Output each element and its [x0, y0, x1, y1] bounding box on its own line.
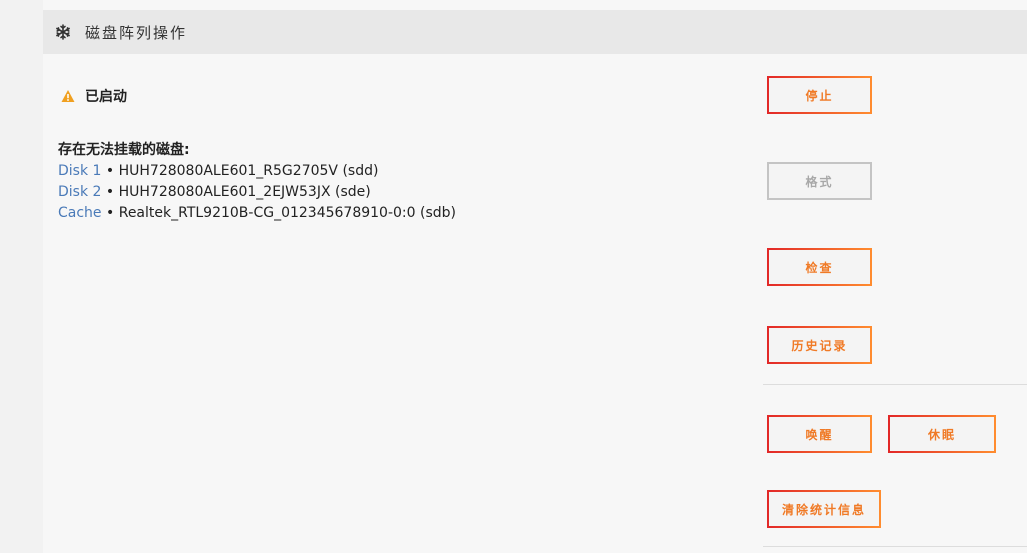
unmountable-title: 存在无法挂载的磁盘: [58, 142, 190, 158]
warning-icon [61, 90, 75, 102]
page-title: 磁盘阵列操作 [85, 24, 188, 42]
disk-link[interactable]: Disk 1 [58, 163, 101, 179]
list-item: Disk 2 • HUH728080ALE601_2EJW53JX (sde) [58, 182, 456, 203]
wake-button[interactable]: 唤醒 [767, 415, 872, 453]
panel-header: 磁盘阵列操作 [43, 10, 1027, 54]
stop-button[interactable]: 停止 [767, 76, 872, 114]
divider [763, 384, 1027, 385]
disk-device: HUH728080ALE601_2EJW53JX (sde) [118, 184, 371, 200]
array-operation-panel: 磁盘阵列操作 已启动 存在无法挂载的磁盘: Disk 1 • HUH728080… [43, 0, 1027, 553]
disk-link[interactable]: Disk 2 [58, 184, 101, 200]
snowflake-icon [56, 24, 70, 40]
clear-stats-button[interactable]: 清除统计信息 [767, 490, 881, 528]
divider [763, 546, 1027, 547]
array-status: 已启动 [61, 86, 127, 106]
status-text: 已启动 [85, 89, 127, 105]
bullet-separator: • [105, 184, 115, 200]
disk-device: HUH728080ALE601_R5G2705V (sdd) [118, 163, 379, 179]
sleep-button[interactable]: 休眠 [888, 415, 996, 453]
disk-link[interactable]: Cache [58, 205, 102, 221]
list-item: Disk 1 • HUH728080ALE601_R5G2705V (sdd) [58, 161, 456, 182]
list-item: Cache • Realtek_RTL9210B-CG_012345678910… [58, 203, 456, 224]
check-button[interactable]: 检查 [767, 248, 872, 286]
format-button: 格式 [767, 162, 872, 200]
disk-device: Realtek_RTL9210B-CG_012345678910-0:0 (sd… [118, 205, 456, 221]
bullet-separator: • [106, 205, 115, 221]
unmountable-disks: 存在无法挂载的磁盘: Disk 1 • HUH728080ALE601_R5G2… [58, 140, 456, 224]
bullet-separator: • [105, 163, 115, 179]
history-button[interactable]: 历史记录 [767, 326, 872, 364]
